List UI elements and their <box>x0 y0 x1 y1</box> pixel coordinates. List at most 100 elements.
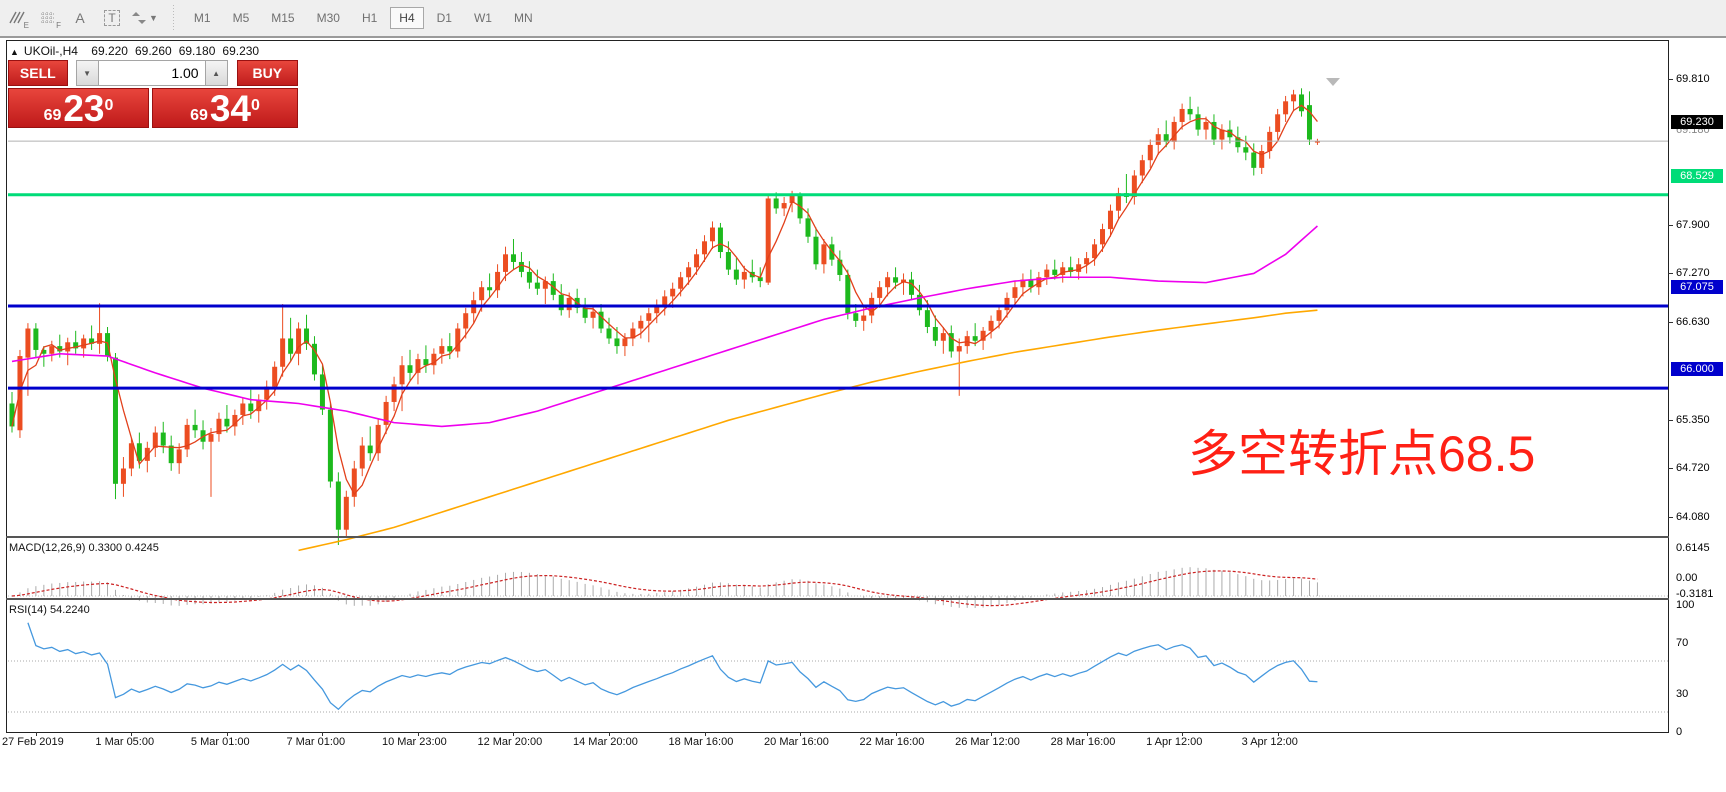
label-tool-button[interactable]: A <box>67 5 93 31</box>
timeframe-button-d1[interactable]: D1 <box>428 7 461 29</box>
candle-body <box>25 329 30 358</box>
candle-body <box>272 367 277 387</box>
chart-shift-marker-icon[interactable] <box>1326 78 1340 86</box>
candle-body <box>1005 298 1010 310</box>
date-tick-mark <box>418 732 419 736</box>
chevron-down-icon: ▼ <box>149 13 158 23</box>
candle-body <box>607 329 612 339</box>
date-label: 20 Mar 16:00 <box>764 736 829 748</box>
candle-body <box>288 338 293 353</box>
candle-body <box>33 329 38 350</box>
timeframe-button-h4[interactable]: H4 <box>390 7 423 29</box>
timeframe-button-mn[interactable]: MN <box>505 7 542 29</box>
candlestick-plot[interactable] <box>0 36 1726 792</box>
one-click-trading-widget: SELL ▼ ▲ BUY 69 23 0 69 34 0 <box>8 60 298 128</box>
price-tick-mark <box>1668 468 1673 469</box>
candle-body <box>766 198 771 282</box>
candle-body <box>224 419 229 427</box>
rsi-panel-label: RSI(14) 54.2240 <box>9 604 90 616</box>
candle-body <box>455 329 460 352</box>
buy-button[interactable]: BUY <box>237 60 298 86</box>
top-toolbar: E F A T ▼ M1M5M15M30H1H4D1W1MN <box>0 0 1726 38</box>
sell-price-sup: 0 <box>105 91 114 121</box>
price-tick-mark <box>1668 79 1673 80</box>
price-tick-label: 65.350 <box>1676 414 1724 426</box>
sell-price-panel[interactable]: 69 23 0 <box>8 88 149 128</box>
volume-input[interactable] <box>99 60 205 86</box>
candle-body <box>535 283 540 289</box>
candle-body <box>853 313 858 321</box>
date-label: 26 Mar 12:00 <box>955 736 1020 748</box>
candle-body <box>893 277 898 282</box>
candle-body <box>1196 114 1201 129</box>
candle-body <box>774 198 779 208</box>
spin-up-icon: ▲ <box>212 69 220 78</box>
volume-increase-button[interactable]: ▲ <box>205 60 228 86</box>
timeframe-button-m5[interactable]: M5 <box>224 7 259 29</box>
date-tick-mark <box>227 732 228 736</box>
date-label: 10 Mar 23:00 <box>382 736 447 748</box>
ohlc-high: 69.260 <box>135 44 172 58</box>
candle-body <box>368 446 373 454</box>
symbol-period: UKOil-,H4 <box>24 44 78 58</box>
candle-body <box>686 267 691 277</box>
chart-border-left <box>6 40 7 733</box>
candle-body <box>336 482 341 530</box>
level-price-badge: 66.000 <box>1671 362 1723 376</box>
date-tick-mark <box>36 732 37 736</box>
price-tick-mark <box>1668 322 1673 323</box>
candle-body <box>280 338 285 366</box>
chart-window[interactable] <box>0 36 1726 756</box>
candle-body <box>1291 94 1296 101</box>
candle-body <box>1100 229 1105 244</box>
date-label: 7 Mar 01:00 <box>286 736 345 748</box>
price-tick-mark <box>1668 225 1673 226</box>
charts-tool-button[interactable]: E <box>3 5 29 31</box>
candle-body <box>1012 287 1017 298</box>
timeframe-button-w1[interactable]: W1 <box>465 7 501 29</box>
date-label: 1 Apr 12:00 <box>1146 736 1202 748</box>
timeframe-button-h1[interactable]: H1 <box>353 7 386 29</box>
candle-body <box>248 403 253 411</box>
letter-a-icon: A <box>75 10 84 26</box>
candle-body <box>909 280 914 295</box>
macd-signal-line <box>12 571 1317 606</box>
text-tool-button[interactable]: T <box>99 5 125 31</box>
rsi-separator[interactable] <box>6 598 1669 600</box>
current-price-badge: 69.230 <box>1671 115 1723 129</box>
volume-decrease-button[interactable]: ▼ <box>76 60 99 86</box>
candle-body <box>503 254 508 272</box>
candle-body <box>957 346 962 351</box>
macd-separator[interactable] <box>6 536 1669 538</box>
timeframe-button-m1[interactable]: M1 <box>185 7 220 29</box>
date-label: 14 Mar 20:00 <box>573 736 638 748</box>
date-label: 1 Mar 05:00 <box>95 736 154 748</box>
candle-body <box>877 287 882 298</box>
candle-body <box>670 289 675 297</box>
candle-body <box>614 338 619 346</box>
candle-body <box>997 310 1002 321</box>
grid-tool-button[interactable]: F <box>35 5 61 31</box>
sort-tool-button[interactable]: ▼ <box>131 5 158 31</box>
price-tick-label: 67.900 <box>1676 219 1724 231</box>
date-tick-mark <box>322 732 323 736</box>
toolbar-separator <box>171 5 177 31</box>
date-tick-mark <box>1278 732 1279 736</box>
buy-price-panel[interactable]: 69 34 0 <box>152 88 298 128</box>
candle-body <box>989 321 994 331</box>
candle-body <box>447 346 452 351</box>
ohlc-close: 69.230 <box>222 44 259 58</box>
triangle-up-icon: ▲ <box>10 47 19 57</box>
timeframe-button-m15[interactable]: M15 <box>262 7 303 29</box>
price-tick-label: 69.810 <box>1676 73 1724 85</box>
candle-body <box>806 218 811 236</box>
date-label: 18 Mar 16:00 <box>669 736 734 748</box>
timeframe-button-m30[interactable]: M30 <box>308 7 349 29</box>
sell-button[interactable]: SELL <box>8 60 68 86</box>
candle-body <box>1275 114 1280 132</box>
candle-body <box>1148 145 1153 160</box>
candle-body <box>527 272 532 283</box>
macd-scale-label: 0.00 <box>1676 572 1724 584</box>
candle-body <box>1156 134 1161 145</box>
chart-border-top <box>6 40 1668 41</box>
